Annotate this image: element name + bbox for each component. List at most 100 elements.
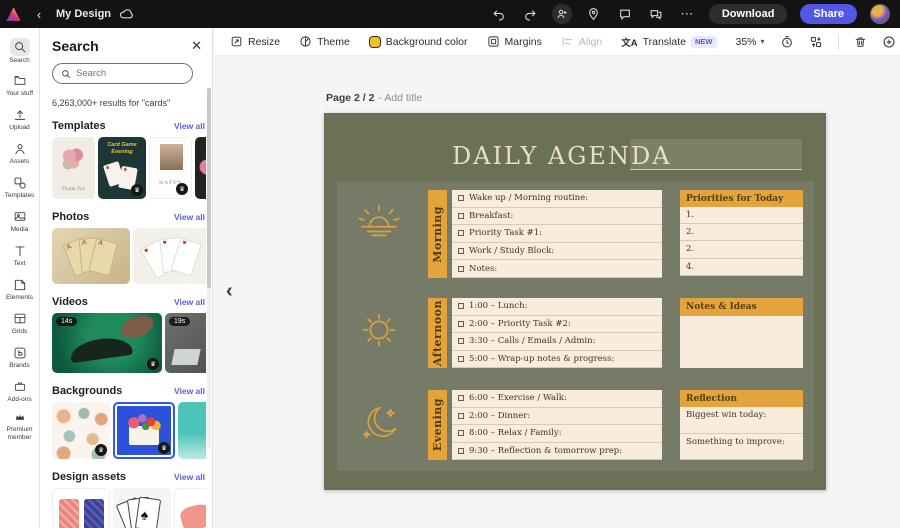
zoom-select[interactable]: 35% ▾ [736, 36, 765, 48]
agenda-row[interactable]: Breakfast: [452, 207, 662, 226]
background-thumb-pastel-pattern[interactable]: ♛ [52, 402, 110, 459]
photos-row: A A A ♥ ♥ ♥ [52, 228, 206, 284]
reflection-panel[interactable]: Reflection Biggest win today: Something … [680, 390, 803, 460]
timer-button[interactable] [780, 35, 794, 49]
agenda-row[interactable]: Notes: [452, 260, 662, 278]
sidebar-item-assets[interactable]: Assets [0, 136, 39, 170]
background-thumb-flower-envelope-selected[interactable]: ♛ [113, 402, 175, 459]
date-line-field[interactable] [630, 139, 802, 170]
notes-empty-box[interactable] [680, 316, 803, 368]
asset-thumb-card-backs[interactable]: ♛ [52, 488, 110, 528]
share-button[interactable]: Share [800, 4, 857, 24]
moon-stars-icon[interactable] [356, 401, 402, 447]
video-thumb-poker-table[interactable]: 14s ♛ [52, 313, 162, 373]
add-button[interactable]: Add [882, 35, 900, 49]
background-color-button[interactable]: Background color [368, 35, 468, 48]
checkbox-icon [458, 212, 464, 219]
agenda-row[interactable]: Priority Task #1: [452, 225, 662, 243]
priorities-panel[interactable]: Priorities for Today 1. 2. 2. 4. [680, 190, 803, 276]
afternoon-section-bar[interactable]: Afternoon [428, 298, 447, 368]
template-thumb-partial[interactable] [195, 137, 206, 199]
photo-thumb-red-cards[interactable]: ♥ ♥ ♥ [133, 228, 206, 284]
download-button[interactable]: Download [708, 4, 788, 24]
asset-thumb-royal-flush[interactable]: ♠ [113, 488, 171, 528]
redo-icon[interactable] [521, 5, 539, 23]
sidebar-item-upload[interactable]: Upload [0, 102, 39, 136]
agenda-row[interactable]: Work / Study Block: [452, 242, 662, 261]
priority-text: 4. [686, 261, 695, 272]
priority-row[interactable]: 2. [680, 241, 803, 259]
agenda-row[interactable]: 5:00 – Wrap-up notes & progress: [452, 350, 662, 368]
agenda-row[interactable]: 2:00 – Dinner: [452, 407, 662, 425]
morning-section-bar[interactable]: Morning [428, 190, 447, 278]
search-input[interactable] [76, 68, 176, 79]
priority-row[interactable]: 2. [680, 224, 803, 242]
view-all-templates-link[interactable]: View all [174, 121, 205, 131]
background-thumb-winter[interactable] [178, 402, 206, 459]
template-thumb-happy[interactable]: HAPPY ♛ [149, 137, 192, 199]
agenda-row-text: 5:00 – Wrap-up notes & progress: [469, 353, 615, 364]
resize-icon [231, 36, 242, 47]
view-all-design-assets-link[interactable]: View all [174, 472, 205, 482]
layers-button[interactable] [809, 35, 823, 49]
asset-thumb-hand[interactable] [174, 488, 206, 528]
delete-button[interactable] [854, 35, 867, 49]
template-thumb-thank-you[interactable]: Thank You [52, 137, 95, 199]
margins-button[interactable]: Margins [487, 35, 542, 48]
view-all-videos-link[interactable]: View all [174, 297, 205, 307]
page-indicator[interactable]: Page 2 / 2- Add title [326, 92, 422, 104]
sidebar-item-templates[interactable]: Templates [0, 170, 39, 204]
notes-panel[interactable]: Notes & Ideas [680, 298, 803, 368]
translate-button[interactable]: 文A Translate NEW [621, 35, 717, 49]
panel-scrollbar[interactable] [207, 88, 211, 448]
invite-collaborator-icon[interactable] [551, 4, 572, 24]
agenda-row[interactable]: 6:00 – Exercise / Walk: [452, 390, 662, 408]
priority-row[interactable]: 1. [680, 207, 803, 225]
add-title-hint[interactable]: - Add title [378, 92, 422, 104]
undo-icon[interactable] [490, 5, 508, 23]
left-rail: Search Your stuff Upload Assets Template… [0, 28, 40, 528]
close-icon[interactable]: ✕ [191, 38, 204, 54]
sidebar-item-grids[interactable]: Grids [0, 306, 39, 340]
sidebar-item-add-ons[interactable]: Add-ons [0, 374, 39, 408]
collapse-panel-chevron[interactable]: ‹ [226, 280, 233, 303]
sidebar-item-search[interactable]: Search [0, 34, 39, 68]
resize-button[interactable]: Resize [230, 35, 280, 48]
sidebar-item-elements[interactable]: Elements [0, 272, 39, 306]
sidebar-item-your-stuff[interactable]: Your stuff [0, 68, 39, 102]
view-all-backgrounds-link[interactable]: View all [174, 386, 205, 396]
back-chevron-icon[interactable]: ‹ [26, 7, 52, 22]
reflection-row[interactable]: Biggest win today: [680, 407, 803, 434]
view-all-photos-link[interactable]: View all [174, 212, 205, 222]
feedback-icon[interactable] [647, 5, 665, 23]
sidebar-item-text[interactable]: Text [0, 238, 39, 272]
agenda-row[interactable]: 3:30 – Calls / Emails / Admin: [452, 333, 662, 351]
agenda-row[interactable]: 8:00 – Relax / Family: [452, 425, 662, 443]
pin-icon[interactable] [585, 5, 603, 23]
sunrise-icon[interactable] [356, 201, 402, 247]
search-input-wrapper[interactable] [52, 63, 193, 84]
hand-art [178, 501, 206, 528]
agenda-row[interactable]: 9:30 – Reflection & tomorrow prep: [452, 442, 662, 460]
evening-section-bar[interactable]: Evening [428, 390, 447, 460]
sidebar-item-premium-member[interactable]: Premium member [0, 408, 39, 442]
reflection-row[interactable]: Something to improve: [680, 433, 803, 460]
agenda-row[interactable]: Wake up / Morning routine: [452, 190, 662, 208]
sidebar-item-brands[interactable]: Brands [0, 340, 39, 374]
more-options-icon[interactable]: ⋯ [678, 5, 696, 23]
adobe-express-logo-icon[interactable] [0, 0, 26, 28]
avatar[interactable] [870, 4, 890, 24]
spade-pip: ♠ [139, 506, 150, 523]
design-artboard[interactable]: DAILY AGENDA Morning Wake up / Morning r… [324, 113, 826, 490]
sun-icon[interactable] [356, 307, 402, 353]
comment-icon[interactable] [616, 5, 634, 23]
priority-row[interactable]: 4. [680, 258, 803, 276]
theme-button[interactable]: Theme [299, 35, 350, 48]
template-thumb-card-game-evening[interactable]: Card Game Evening ♦ ♠ ♛ [98, 137, 146, 199]
agenda-row[interactable]: 1:00 – Lunch: [452, 298, 662, 316]
document-title[interactable]: My Design [56, 8, 111, 20]
sidebar-item-media[interactable]: Media [0, 204, 39, 238]
agenda-row[interactable]: 2:00 – Priority Task #2: [452, 315, 662, 333]
video-thumb-laptop[interactable]: 19s [165, 313, 206, 373]
photo-thumb-golden-cards[interactable]: A A A [52, 228, 130, 284]
